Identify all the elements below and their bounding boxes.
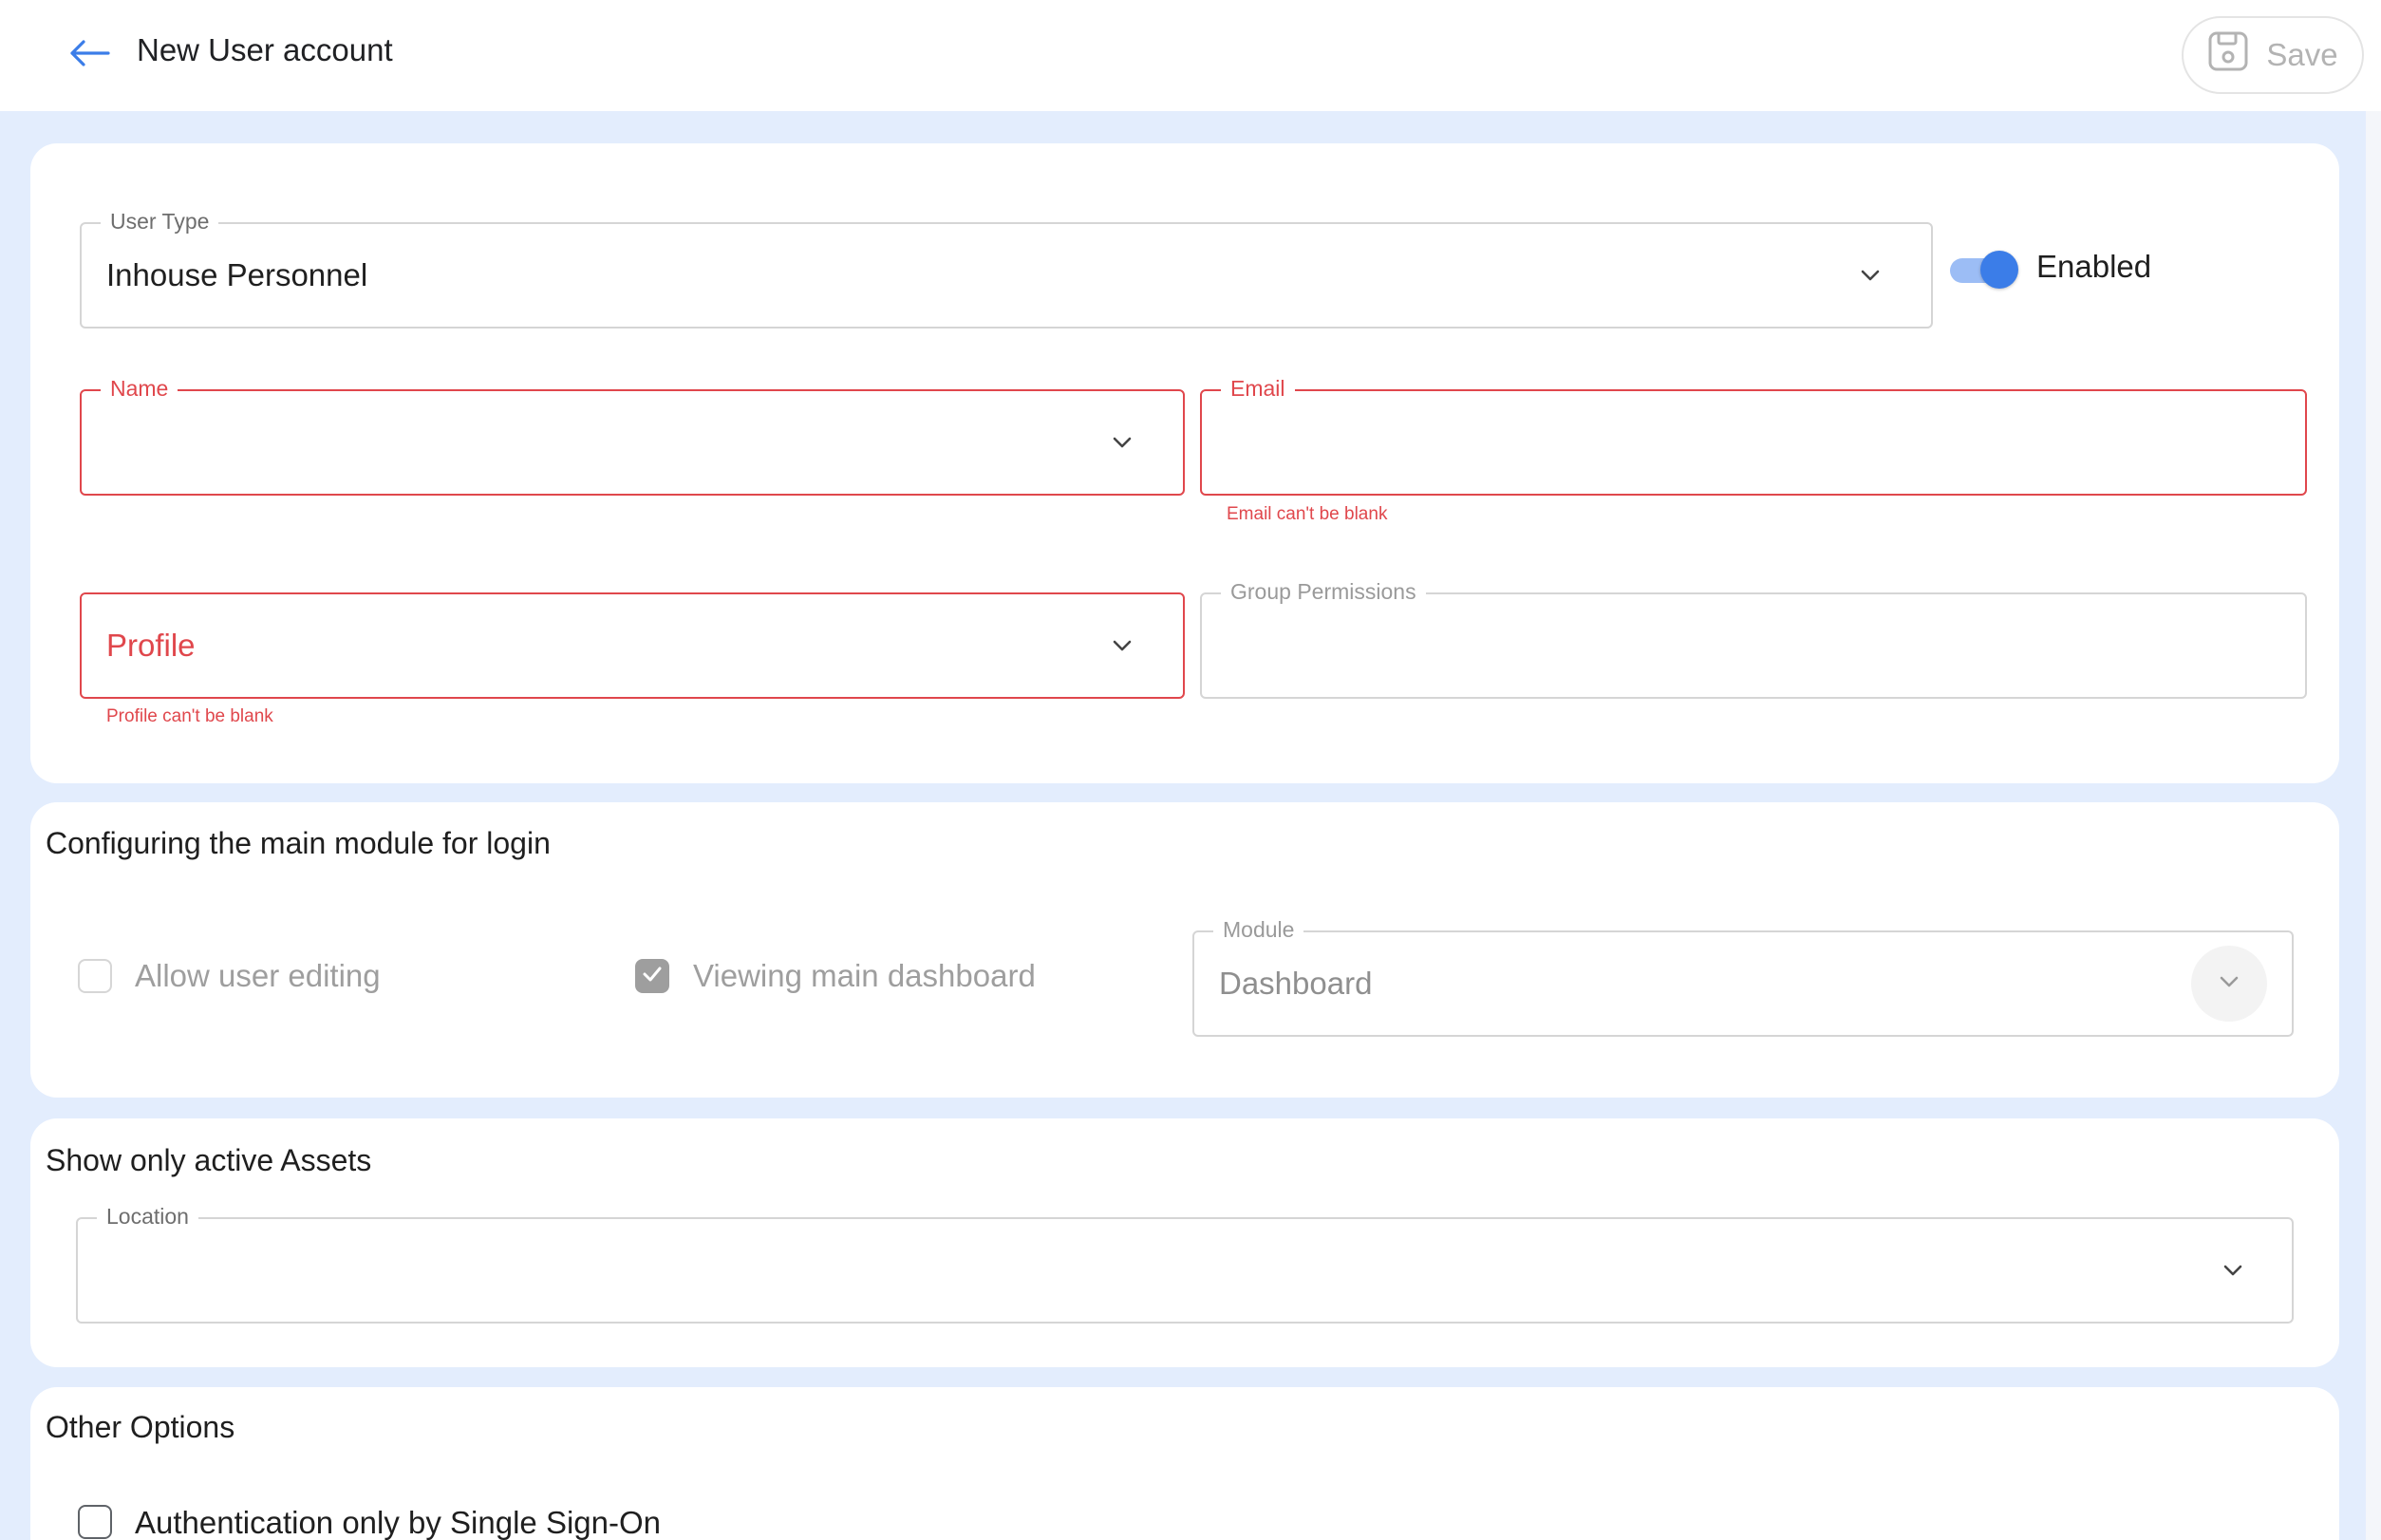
allow-user-editing-label: Allow user editing [135, 958, 381, 993]
save-button[interactable]: Save [2182, 16, 2364, 94]
other-options-title: Other Options [46, 1410, 235, 1444]
chevron-down-icon [2219, 975, 2240, 993]
sso-label: Authentication only by Single Sign-On [135, 1505, 662, 1540]
top-bar: New User account Save [0, 0, 2381, 111]
module-dropdown-button[interactable] [2191, 946, 2267, 1022]
page-scrollbar[interactable] [2366, 111, 2381, 1540]
assets-section-title: Show only active Assets [46, 1143, 372, 1177]
name-label: Name [101, 374, 178, 403]
chevron-down-icon [1851, 256, 1889, 294]
module-config-card: Configuring the main module for login Al… [30, 802, 2339, 1098]
save-button-label: Save [2266, 37, 2338, 72]
back-button[interactable] [61, 28, 118, 82]
toggle-thumb [1980, 251, 2018, 289]
module-select[interactable]: Module Dashboard [1192, 915, 2294, 1037]
profile-select[interactable]: Profile [80, 592, 1185, 699]
location-select[interactable]: Location [76, 1202, 2294, 1324]
profile-error: Profile can't be blank [106, 706, 273, 726]
chevron-down-icon [2214, 1251, 2252, 1289]
viewing-main-dashboard-label: Viewing main dashboard [693, 958, 1036, 993]
check-icon [642, 966, 663, 987]
user-type-value: Inhouse Personnel [106, 257, 368, 292]
module-label: Module [1213, 915, 1304, 944]
user-type-select[interactable]: User Type Inhouse Personnel [80, 207, 1933, 329]
active-assets-card: Show only active Assets Location [30, 1118, 2339, 1367]
page-title: New User account [137, 32, 393, 67]
group-permissions-field[interactable]: Group Permissions [1200, 577, 2307, 699]
other-options-card: Other Options Authentication only by Sin… [30, 1387, 2339, 1540]
allow-user-editing-checkbox[interactable] [78, 959, 112, 993]
enabled-label: Enabled [2036, 249, 2152, 284]
location-label: Location [97, 1202, 198, 1230]
sso-checkbox[interactable] [78, 1505, 112, 1539]
group-permissions-label: Group Permissions [1221, 577, 1426, 606]
profile-placeholder: Profile [106, 628, 196, 663]
floppy-disk-icon [2207, 30, 2249, 80]
email-label: Email [1221, 374, 1295, 403]
enabled-toggle[interactable] [1948, 249, 2020, 291]
email-error: Email can't be blank [1227, 504, 1388, 524]
name-select[interactable]: Name [80, 374, 1185, 496]
module-section-title: Configuring the main module for login [46, 826, 551, 860]
email-field[interactable]: Email [1200, 374, 2307, 496]
chevron-down-icon [1103, 627, 1141, 665]
chevron-down-icon [1103, 423, 1141, 461]
module-value: Dashboard [1219, 966, 1373, 1001]
arrow-left-icon [68, 39, 110, 72]
viewing-main-dashboard-checkbox[interactable] [635, 959, 669, 993]
user-type-label: User Type [101, 207, 219, 235]
user-details-card: User Type Inhouse Personnel Name Email E… [30, 143, 2339, 783]
